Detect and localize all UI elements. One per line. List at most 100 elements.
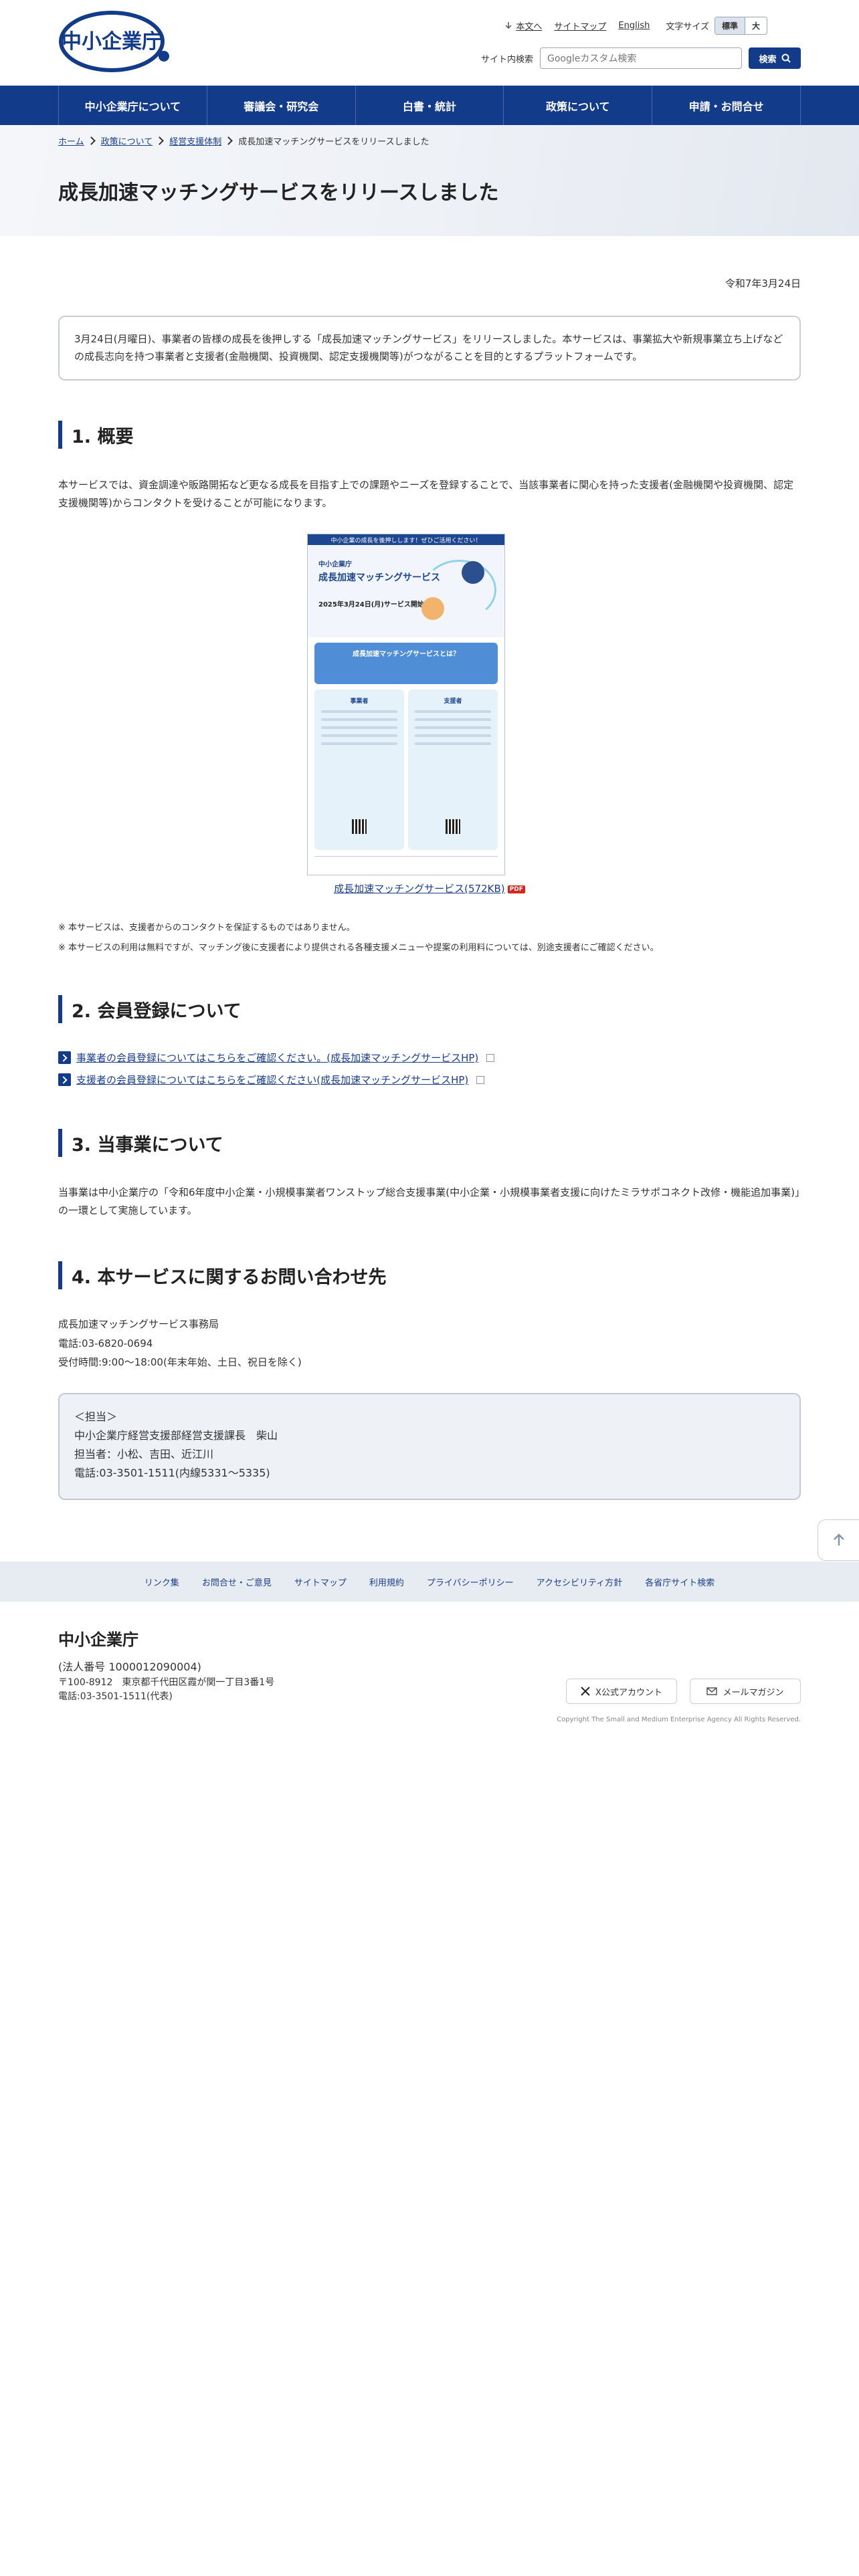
svg-text:中小企業庁: 中小企業庁	[62, 30, 162, 53]
text-line	[321, 734, 397, 737]
flyer-pdf-link[interactable]: 成長加速マッチングサービス(572KB)	[334, 883, 504, 895]
corporate-number: (法人番号 1000012090004)	[58, 1660, 201, 1673]
skip-to-content-link[interactable]: 本文へ	[504, 19, 542, 32]
person-illustration-icon	[421, 597, 444, 620]
global-nav: 中小企業庁について 審議会・研究会 白書・統計 政策について 申請・お問合せ	[0, 86, 859, 125]
supporter-registration-link[interactable]: 支援者の会員登録についてはこちらをご確認ください(成長加速マッチングサービスHP…	[76, 1073, 468, 1087]
box-phone: 電話:03-3501-1511(内線5331～5335)	[74, 1467, 270, 1479]
chevron-right-icon	[224, 136, 233, 145]
text-line	[415, 710, 491, 713]
font-size-large-button[interactable]: 大	[744, 17, 767, 34]
qr-code-icon	[446, 819, 460, 834]
search-input[interactable]: Googleカスタム検索	[540, 47, 742, 69]
font-size-label: 文字サイズ	[666, 21, 709, 32]
contact-info: 成長加速マッチングサービス事務局 電話:03-6820-0694 受付時間:9:…	[58, 1315, 302, 1372]
text-line	[321, 726, 397, 729]
footer-address: 〒100-8912 東京都千代田区霞が関一丁目3番1号	[58, 1677, 275, 1688]
text-line	[321, 710, 397, 713]
page-hero: ホーム 政策について 経営支援体制 成長加速マッチングサービスをリリースしました…	[0, 125, 859, 236]
project-text: 当事業は中小企業庁の「令和6年度中小企業・小規模事業者ワンストップ総合支援事業(…	[58, 1186, 800, 1216]
x-account-label: X公式アカウント	[595, 1687, 662, 1698]
breadcrumb-support-system[interactable]: 経営支援体制	[169, 134, 221, 147]
flyer-header: 中小企業庁 成長加速マッチングサービス 2025年3月24日(月)サービス開始	[308, 545, 504, 637]
overview-text: 本サービスでは、資金調達や販路開拓など更なる成長を目指す上での課題やニーズを登録…	[58, 479, 794, 509]
breadcrumb-current: 成長加速マッチングサービスをリリースしました	[238, 137, 430, 147]
section-heading-registration: 2. 会員登録について	[58, 995, 801, 1023]
sitemap-link[interactable]: サイトマップ	[554, 19, 606, 32]
mail-magazine-label: メールマガジン	[723, 1687, 784, 1698]
text-line	[415, 734, 491, 737]
box-manager: 中小企業庁経営支援部経営支援課長 柴山	[74, 1429, 278, 1442]
text-line	[415, 718, 491, 721]
flyer-columns: 事業者 支援者	[314, 689, 498, 850]
page-title: 成長加速マッチングサービスをリリースしました	[58, 181, 499, 205]
qr-code-icon	[352, 819, 367, 834]
footer-link-inquiry[interactable]: お問合せ・ご意見	[202, 1576, 272, 1588]
x-account-button[interactable]: X公式アカウント	[566, 1679, 677, 1704]
breadcrumb-policy[interactable]: 政策について	[101, 134, 153, 147]
footer-link-privacy[interactable]: プライバシーポリシー	[427, 1576, 514, 1588]
footer-nav: リンク集 お問合せ・ご意見 サイトマップ 利用規約 プライバシーポリシー アクセ…	[0, 1562, 859, 1602]
section-heading-overview: 1. 概要	[58, 421, 801, 449]
footer-agency-info: (法人番号 1000012090004) 〒100-8912 東京都千代田区霞が…	[58, 1659, 274, 1705]
nav-item-about[interactable]: 中小企業庁について	[59, 86, 207, 125]
person-in-charge-box: ＜担当＞ 中小企業庁経営支援部経営支援課長 柴山 担当者：小松、吉田、近江川 電…	[58, 1393, 801, 1500]
page-top-button[interactable]	[818, 1519, 859, 1561]
footer-agency-name: 中小企業庁	[58, 1630, 138, 1649]
nav-item-policy[interactable]: 政策について	[504, 86, 653, 125]
flyer-footer	[314, 856, 498, 868]
contact-office: 成長加速マッチングサービス事務局	[58, 1318, 219, 1330]
footer-link-terms[interactable]: 利用規約	[369, 1576, 404, 1588]
flyer-column-title: 支援者	[444, 698, 462, 705]
flyer-download: 成長加速マッチングサービス(572KB) PDF	[0, 881, 859, 895]
text-line	[321, 742, 397, 745]
nav-item-councils[interactable]: 審議会・研究会	[207, 86, 356, 125]
flyer-column-business: 事業者	[314, 689, 404, 850]
flyer-column-title: 事業者	[350, 698, 369, 705]
registration-link-row-business: 事業者の会員登録についてはこちらをご確認ください。(成長加速マッチングサービスH…	[58, 1051, 495, 1065]
font-size-standard-button[interactable]: 標準	[714, 17, 745, 34]
footer-tel: 電話:03-3501-1511(代表)	[58, 1691, 173, 1703]
arrow-up-icon	[833, 1533, 844, 1545]
business-registration-link[interactable]: 事業者の会員登録についてはこちらをご確認ください。(成長加速マッチングサービスH…	[76, 1051, 478, 1065]
publish-date: 令和7年3月24日	[725, 278, 801, 290]
search-label: サイト内検索	[480, 54, 533, 65]
search-icon	[781, 53, 791, 63]
skip-link-label: 本文へ	[516, 21, 543, 32]
footer-link-sitemap[interactable]: サイトマップ	[294, 1576, 347, 1588]
text-line	[415, 726, 491, 729]
section-heading-contact: 4. 本サービスに関するお問い合わせ先	[58, 1261, 801, 1289]
flyer-top-banner: 中小企業の成長を後押しします！ぜひご活用ください！	[308, 534, 504, 545]
mail-magazine-button[interactable]: メールマガジン	[690, 1679, 801, 1704]
note-2: ※ 本サービスの利用は無料ですが、マッチング後に支援者により提供される各種支援メ…	[58, 943, 659, 953]
box-staff: 担当者：小松、吉田、近江川	[74, 1448, 214, 1461]
search-button-label: 検索	[759, 54, 777, 65]
service-flyer-image[interactable]: 中小企業の成長を後押しします！ぜひご活用ください！ 中小企業庁 成長加速マッチン…	[307, 534, 505, 875]
text-line	[415, 742, 491, 745]
footer-link-ministries-search[interactable]: 各省庁サイト検索	[645, 1576, 714, 1588]
flyer-band: 成長加速マッチングサービスとは？	[314, 643, 498, 684]
english-link[interactable]: English	[618, 21, 650, 31]
agency-logo[interactable]: 中小企業庁	[58, 9, 173, 75]
x-logo-icon	[581, 1687, 590, 1696]
external-link-icon	[476, 1075, 485, 1084]
utility-links: 本文へ サイトマップ English 文字サイズ 標準 大	[504, 16, 767, 35]
lead-box: 3月24日(月曜日)、事業者の皆様の成長を後押しする「成長加速マッチングサービス…	[58, 316, 801, 381]
nav-item-whitepaper[interactable]: 白書・統計	[356, 86, 504, 125]
registration-link-row-supporter: 支援者の会員登録についてはこちらをご確認ください(成長加速マッチングサービスHP…	[58, 1073, 485, 1087]
site-search: サイト内検索 Googleカスタム検索 検索	[481, 47, 801, 70]
breadcrumb-home[interactable]: ホーム	[58, 134, 84, 147]
arrow-down-icon	[505, 22, 512, 29]
pdf-icon: PDF	[507, 885, 525, 893]
search-placeholder: Googleカスタム検索	[547, 53, 637, 64]
contact-hours: 受付時間:9:00～18:00(年末年始、土日、祝日を除く)	[58, 1356, 302, 1368]
site-header: 中小企業庁 本文へ サイトマップ English 文字サイズ 標準 大 サイト内…	[0, 0, 859, 86]
search-button[interactable]: 検索	[749, 47, 801, 69]
footer-link-accessibility[interactable]: アクセシビリティ方針	[537, 1576, 623, 1588]
footer-link-links[interactable]: リンク集	[145, 1576, 179, 1588]
flyer-column-supporter: 支援者	[408, 689, 498, 850]
external-link-icon	[486, 1053, 495, 1062]
contact-phone: 電話:03-6820-0694	[58, 1337, 153, 1350]
nav-item-contact[interactable]: 申請・お問合せ	[652, 86, 801, 125]
font-size-toggle: 標準 大	[714, 16, 767, 35]
